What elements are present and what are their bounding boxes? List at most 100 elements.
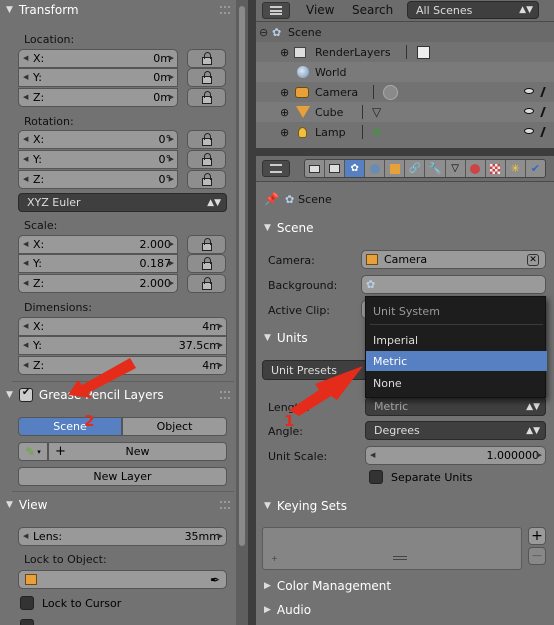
keying-sets-list[interactable]: + <box>262 527 522 570</box>
dimensions-x-field[interactable]: ◀ X: 4m ▶ <box>18 317 227 336</box>
lens-field[interactable]: ◀ Lens: 35mm ▶ <box>18 527 227 546</box>
search-menu[interactable]: Search <box>352 3 393 17</box>
list-grip-icon[interactable] <box>393 556 407 560</box>
eye-icon[interactable] <box>524 108 534 114</box>
tab-data[interactable]: ▽ <box>446 160 466 177</box>
render-layer-icon[interactable] <box>417 45 430 59</box>
lock-to-cursor-checkbox[interactable] <box>20 596 34 610</box>
grease-pencil-scene-tab[interactable]: Scene <box>18 417 122 436</box>
tab-world[interactable] <box>365 160 386 177</box>
location-x-field[interactable]: ◀ X: 0m ▶ <box>18 49 178 68</box>
length-unit-select[interactable]: Metric ▲▼ <box>365 397 546 416</box>
lock-scale-y-button[interactable] <box>187 254 226 273</box>
add-keying-set-button[interactable]: + <box>528 527 546 545</box>
rotation-z-field[interactable]: ◀ Z: 0° ▶ <box>18 170 178 189</box>
area-divider-horizontal[interactable] <box>256 148 554 156</box>
scene-background-field[interactable]: ✿ <box>361 275 546 294</box>
sidebar-scrollbar[interactable] <box>236 0 248 625</box>
outliner-scope-select[interactable]: All Scenes ▲▼ <box>407 1 539 19</box>
pencil-datablock-browse[interactable]: ✎ ▾ <box>18 442 48 461</box>
location-z-field[interactable]: ◀ Z: 0m ▶ <box>18 88 178 107</box>
lock-rotation-y-button[interactable] <box>187 150 226 169</box>
collapse-icon[interactable]: ⊖ <box>259 26 268 39</box>
view-panel-header[interactable]: ▼ View <box>0 495 236 515</box>
outliner-item-world[interactable]: World <box>256 62 554 82</box>
expand-icon[interactable]: ⊕ <box>280 106 289 119</box>
outliner-item-scene[interactable]: ⊖ ✿ Scene <box>256 22 554 42</box>
view-menu[interactable]: View <box>306 3 334 17</box>
grease-pencil-object-tab[interactable]: Object <box>122 417 227 436</box>
tab-modifiers[interactable]: 🔧 <box>425 160 446 177</box>
eye-icon[interactable] <box>524 128 534 134</box>
expand-icon[interactable]: ⊕ <box>280 86 289 99</box>
tab-material[interactable] <box>466 160 486 177</box>
expand-icon[interactable]: ⊕ <box>280 126 289 139</box>
tab-render-layers[interactable] <box>325 160 346 177</box>
rotation-mode-select[interactable]: XYZ Euler ▲▼ <box>18 193 227 212</box>
menu-item-imperial[interactable]: Imperial <box>366 330 547 350</box>
scale-x-field[interactable]: ◀ X: 2.000 ▶ <box>18 235 178 254</box>
outliner-item-renderlayers[interactable]: ⊕ RenderLayers <box>256 42 554 62</box>
camera-data-icon[interactable] <box>383 84 398 100</box>
clear-icon[interactable]: ✕ <box>527 253 539 266</box>
lamp-data-icon[interactable]: ✳ <box>372 126 381 139</box>
editor-type-button[interactable] <box>262 2 290 19</box>
new-layer-button[interactable]: New Layer <box>18 467 227 486</box>
cursor-icon[interactable] <box>540 127 552 137</box>
tab-constraints[interactable]: 🔗 <box>405 160 426 177</box>
expand-icon[interactable]: ⊕ <box>280 46 289 59</box>
list-resize-icon[interactable]: + <box>271 554 278 563</box>
outliner-item-cube[interactable]: ⊕ Cube ▽ <box>256 102 554 122</box>
mesh-data-icon[interactable]: ▽ <box>372 105 381 119</box>
tab-physics[interactable]: ✔ <box>526 160 545 177</box>
lock-to-object-field[interactable]: ✒ <box>18 570 227 589</box>
new-grease-pencil-button[interactable]: + New <box>48 442 227 461</box>
editor-type-button[interactable] <box>262 160 290 177</box>
scale-y-field[interactable]: ◀ Y: 0.187 ▶ <box>18 254 178 273</box>
remove-keying-set-button[interactable]: − <box>528 547 546 565</box>
scene-panel-header[interactable]: ▼ Scene <box>260 218 546 238</box>
keying-sets-panel-header[interactable]: ▼ Keying Sets <box>260 496 546 516</box>
properties-icon <box>270 164 282 173</box>
lock-location-y-button[interactable] <box>187 68 226 87</box>
color-management-panel-header[interactable]: ▶ Color Management <box>260 576 546 596</box>
angle-unit-select[interactable]: Degrees ▲▼ <box>365 421 546 440</box>
tab-object[interactable] <box>385 160 406 177</box>
menu-item-none[interactable]: None <box>366 373 547 393</box>
separate-units-checkbox[interactable] <box>369 470 383 484</box>
lock-rotation-x-button[interactable] <box>187 130 226 149</box>
eye-icon[interactable] <box>524 88 534 94</box>
drag-grip-icon[interactable] <box>220 391 230 399</box>
unit-scale-field[interactable]: ◀ 1.000000 ▶ <box>365 446 546 465</box>
eyedropper-icon[interactable]: ✒ <box>210 573 220 587</box>
rotation-y-field[interactable]: ◀ Y: 0° ▶ <box>18 150 178 169</box>
lock-location-z-button[interactable] <box>187 88 226 107</box>
tab-texture[interactable] <box>486 160 506 177</box>
area-divider-vertical[interactable] <box>248 0 256 625</box>
scrollbar-thumb[interactable] <box>239 6 245 546</box>
field-value: 37.5cm <box>178 339 220 352</box>
outliner-item-camera[interactable]: ⊕ Camera <box>256 82 554 102</box>
drag-grip-icon[interactable] <box>220 6 230 14</box>
outliner-item-lamp[interactable]: ⊕ Lamp ✳ <box>256 122 554 142</box>
lock-rotation-z-button[interactable] <box>187 170 226 189</box>
scale-z-field[interactable]: ◀ Z: 2.000 ▶ <box>18 274 178 293</box>
cursor-icon[interactable] <box>540 87 552 97</box>
checkbox[interactable] <box>20 619 34 625</box>
rotation-x-field[interactable]: ◀ X: 0° ▶ <box>18 130 178 149</box>
transform-panel-header[interactable]: ▼ Transform <box>0 0 236 20</box>
location-y-field[interactable]: ◀ Y: 0m ▶ <box>18 68 178 87</box>
cursor-icon[interactable] <box>540 107 552 117</box>
tab-particles[interactable]: ✳ <box>506 160 526 177</box>
menu-item-metric[interactable]: Metric <box>366 351 547 371</box>
lock-scale-z-button[interactable] <box>187 274 226 293</box>
grease-pencil-enable-checkbox[interactable]: ✔ <box>18 387 33 402</box>
tab-scene[interactable]: ✿ <box>345 160 366 177</box>
tab-render[interactable] <box>305 160 326 177</box>
pin-icon[interactable]: 📌 <box>264 192 279 206</box>
lock-scale-x-button[interactable] <box>187 235 226 254</box>
lock-location-x-button[interactable] <box>187 49 226 68</box>
scene-camera-field[interactable]: Camera ✕ <box>361 250 546 269</box>
drag-grip-icon[interactable] <box>220 501 230 509</box>
audio-panel-header[interactable]: ▶ Audio <box>260 600 546 620</box>
